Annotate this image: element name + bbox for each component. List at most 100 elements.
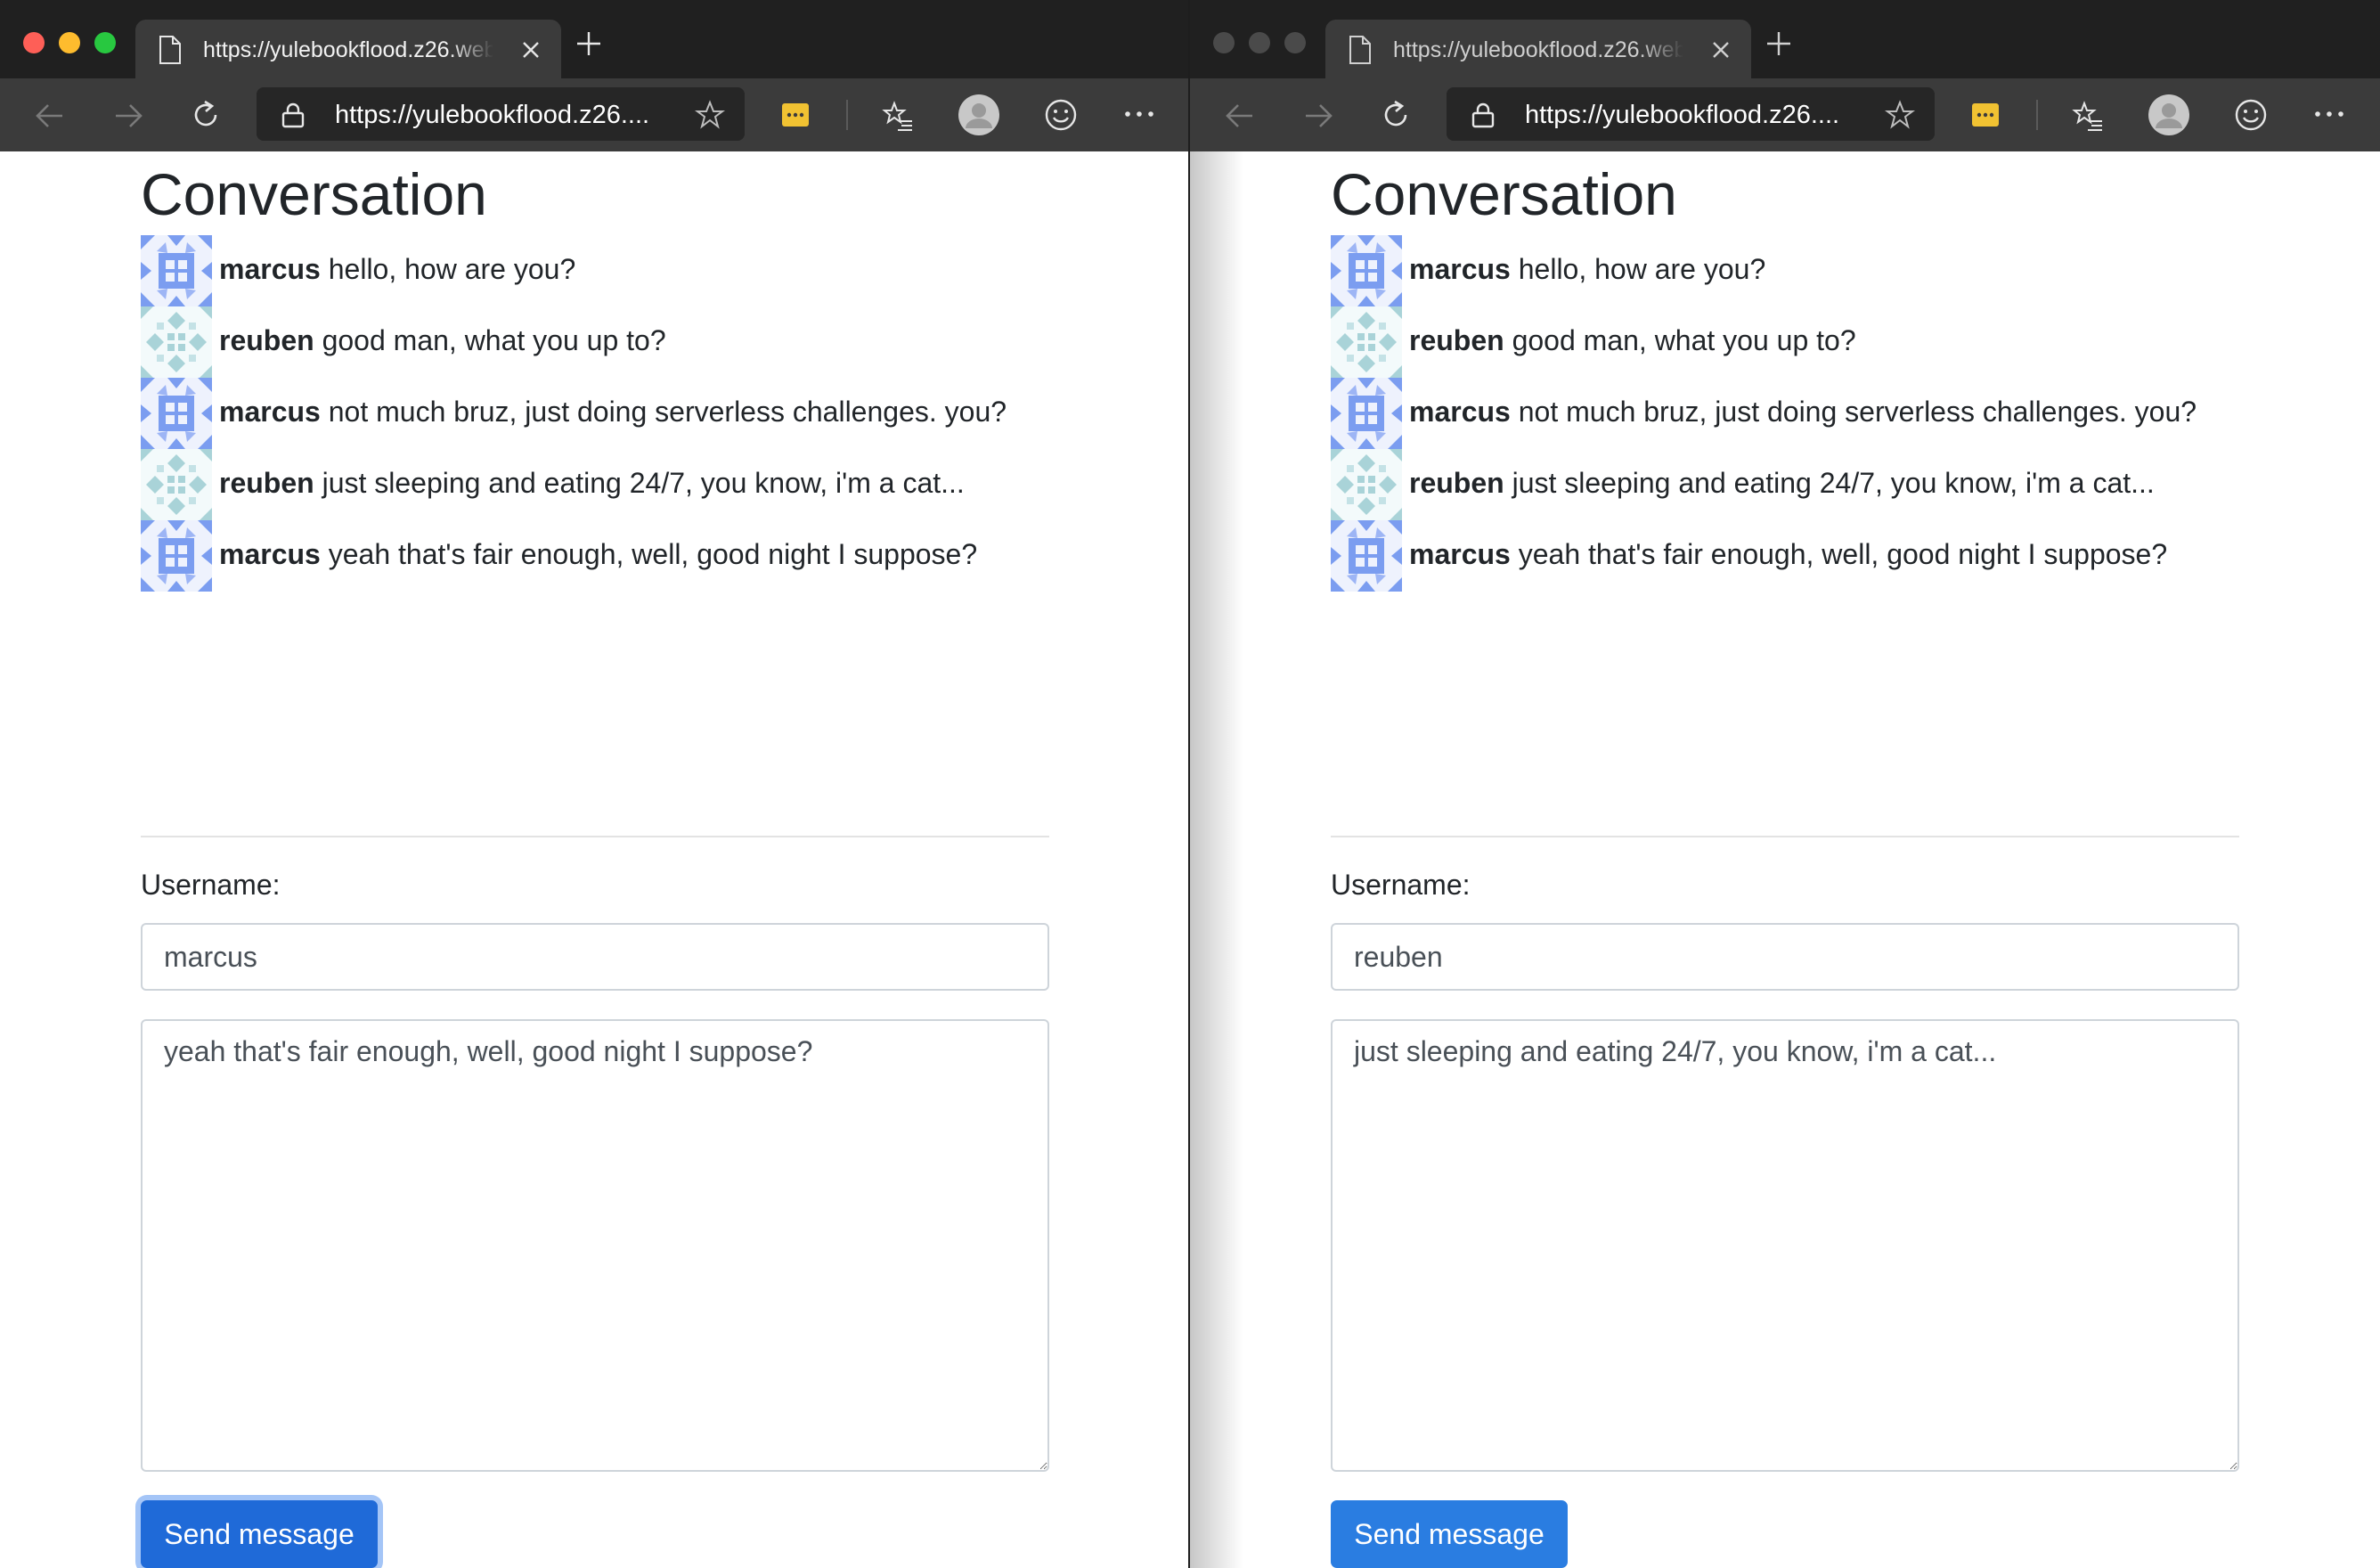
back-arrow-icon[interactable] <box>1224 100 1256 132</box>
message-body: yeah that's fair enough, well, good nigh… <box>1518 538 2168 570</box>
send-message-button[interactable]: Send message <box>1331 1500 1568 1568</box>
lock-icon <box>1471 102 1495 128</box>
avatar-marcus <box>1331 235 1402 306</box>
avatar-marcus <box>1331 378 1402 449</box>
favorites-icon[interactable] <box>882 100 914 132</box>
message-body: just sleeping and eating 24/7, you know,… <box>1512 467 2155 499</box>
tab-strip: https://yulebookflood.z26.web.core.windo… <box>1190 0 2380 78</box>
avatar-reuben <box>1331 306 1402 378</box>
extension-icon[interactable] <box>780 100 811 130</box>
plus-icon[interactable] <box>575 30 602 57</box>
window-minimize-button[interactable] <box>1249 32 1270 53</box>
list-item: marcus hello, how are you? <box>1331 235 2239 306</box>
toolbar-separator <box>2036 100 2038 130</box>
message-text: reuben good man, what you up to? <box>219 323 666 358</box>
avatar-marcus <box>1331 520 1402 592</box>
window-close-button[interactable] <box>1213 32 1235 53</box>
avatar-marcus <box>141 520 212 592</box>
star-icon[interactable] <box>1885 100 1915 130</box>
browser-tab[interactable]: https://yulebookflood.z26.web.core.windo… <box>135 20 561 78</box>
avatar-marcus <box>141 378 212 449</box>
message-text: reuben good man, what you up to? <box>1409 323 1856 358</box>
forward-arrow-icon[interactable] <box>112 100 144 132</box>
browser-window-left: https://yulebookflood.z26.web.core.windo… <box>0 0 1190 1568</box>
extension-icon[interactable] <box>1970 100 2001 130</box>
window-maximize-button[interactable] <box>1284 32 1306 53</box>
message-body: just sleeping and eating 24/7, you know,… <box>322 467 965 499</box>
tab-strip: https://yulebookflood.z26.web.core.windo… <box>0 0 1188 78</box>
message-text: marcus hello, how are you? <box>219 251 575 287</box>
message-body: yeah that's fair enough, well, good nigh… <box>328 538 978 570</box>
message-text: marcus yeah that's fair enough, well, go… <box>219 536 977 572</box>
smiley-icon[interactable] <box>1044 98 1078 132</box>
lock-icon <box>281 102 305 128</box>
message-user: marcus <box>219 396 321 428</box>
message-text: marcus yeah that's fair enough, well, go… <box>1409 536 2167 572</box>
message-body: not much bruz, just doing serverless cha… <box>1518 396 2197 428</box>
send-message-button[interactable]: Send message <box>141 1500 378 1568</box>
message-user: marcus <box>219 538 321 570</box>
list-item: marcus yeah that's fair enough, well, go… <box>1331 520 2239 592</box>
smiley-icon[interactable] <box>2234 98 2268 132</box>
browser-toolbar: https://yulebookflood.z26.... <box>0 78 1188 151</box>
message-body: not much bruz, just doing serverless cha… <box>328 396 1007 428</box>
forward-arrow-icon[interactable] <box>1302 100 1334 132</box>
toolbar-separator <box>846 100 848 130</box>
close-icon[interactable] <box>520 39 542 61</box>
star-icon[interactable] <box>695 100 725 130</box>
username-label: Username: <box>1331 869 1471 901</box>
address-bar[interactable]: https://yulebookflood.z26.... <box>1447 87 1935 141</box>
message-list: marcus hello, how are you? reuben good m… <box>141 235 1049 592</box>
reload-icon[interactable] <box>189 98 223 132</box>
message-user: reuben <box>219 324 314 356</box>
list-item: reuben just sleeping and eating 24/7, yo… <box>141 449 1049 520</box>
more-icon[interactable] <box>1122 109 1156 119</box>
reload-icon[interactable] <box>1379 98 1413 132</box>
window-maximize-button[interactable] <box>94 32 116 53</box>
browser-tab[interactable]: https://yulebookflood.z26.web.core.windo… <box>1325 20 1751 78</box>
profile-avatar-icon[interactable] <box>2148 94 2189 135</box>
list-item: reuben good man, what you up to? <box>141 306 1049 378</box>
list-item: marcus hello, how are you? <box>141 235 1049 306</box>
back-arrow-icon[interactable] <box>34 100 66 132</box>
page-icon <box>1349 36 1371 64</box>
message-text: marcus not much bruz, just doing serverl… <box>1409 394 2197 429</box>
message-list: marcus hello, how are you? reuben good m… <box>1331 235 2239 592</box>
divider <box>1331 836 2239 837</box>
close-icon[interactable] <box>1710 39 1732 61</box>
message-input[interactable]: just sleeping and eating 24/7, you know,… <box>1331 1019 2239 1472</box>
window-close-button[interactable] <box>23 32 45 53</box>
address-url: https://yulebookflood.z26.... <box>335 101 650 129</box>
plus-icon[interactable] <box>1765 30 1792 57</box>
page-content: Conversation marcus hello, how are you? … <box>0 151 1188 1568</box>
message-user: marcus <box>1409 396 1511 428</box>
avatar-reuben <box>1331 449 1402 520</box>
message-user: marcus <box>1409 253 1511 285</box>
message-body: good man, what you up to? <box>1512 324 1856 356</box>
page-content: Conversation marcus hello, how are you? … <box>1190 151 2380 1568</box>
more-icon[interactable] <box>2312 109 2346 119</box>
list-item: marcus not much bruz, just doing serverl… <box>1331 378 2239 449</box>
avatar-marcus <box>141 235 212 306</box>
username-input[interactable] <box>1331 923 2239 991</box>
username-input[interactable] <box>141 923 1049 991</box>
profile-avatar-icon[interactable] <box>958 94 999 135</box>
browser-window-right: https://yulebookflood.z26.web.core.windo… <box>1190 0 2380 1568</box>
page-title: Conversation <box>1331 161 1677 227</box>
message-user: marcus <box>219 253 321 285</box>
message-body: good man, what you up to? <box>322 324 666 356</box>
tab-title: https://yulebookflood.z26.web.core.windo… <box>203 37 493 62</box>
message-text: marcus not much bruz, just doing serverl… <box>219 394 1007 429</box>
message-user: reuben <box>219 467 314 499</box>
message-text: reuben just sleeping and eating 24/7, yo… <box>1409 465 2155 501</box>
message-user: reuben <box>1409 467 1504 499</box>
divider <box>141 836 1049 837</box>
address-bar[interactable]: https://yulebookflood.z26.... <box>257 87 745 141</box>
message-input[interactable]: yeah that's fair enough, well, good nigh… <box>141 1019 1049 1472</box>
favorites-icon[interactable] <box>2072 100 2104 132</box>
page-title: Conversation <box>141 161 487 227</box>
tab-title: https://yulebookflood.z26.web.core.windo… <box>1393 37 1683 62</box>
browser-toolbar: https://yulebookflood.z26.... <box>1190 78 2380 151</box>
window-minimize-button[interactable] <box>59 32 80 53</box>
message-text: marcus hello, how are you? <box>1409 251 1765 287</box>
